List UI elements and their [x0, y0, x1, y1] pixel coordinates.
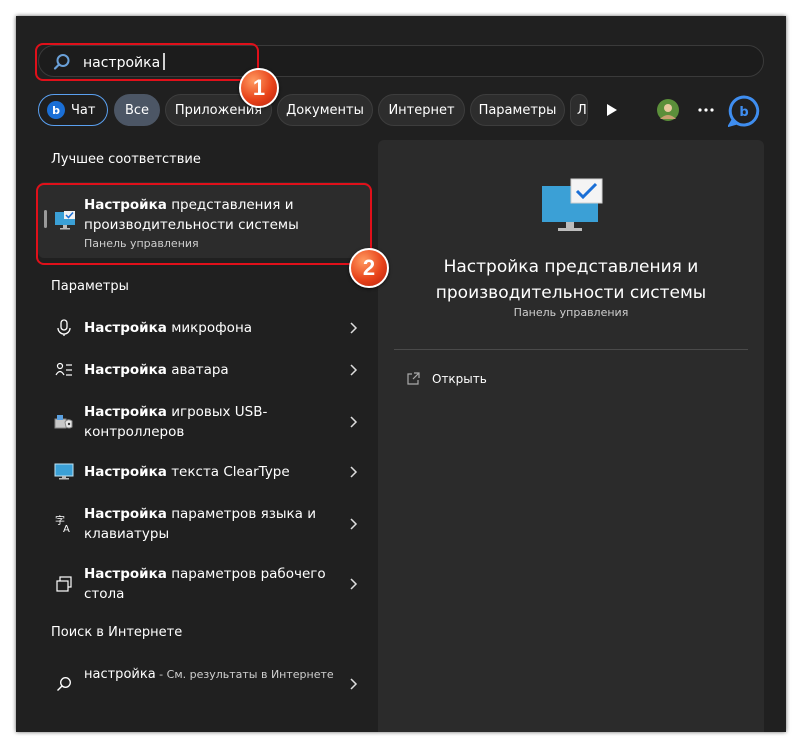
- preview-pane: Настройка представления и производительн…: [378, 140, 764, 732]
- result-item-web-search[interactable]: настройка - См. результаты в Интернете: [38, 664, 370, 704]
- monitor-icon: [54, 462, 74, 482]
- search-icon: [54, 674, 74, 694]
- chip-documents[interactable]: Документы: [277, 94, 373, 126]
- desktop-icon: [54, 574, 74, 594]
- result-item-microphone[interactable]: Настройка микрофона: [38, 316, 370, 340]
- result-item-avatar[interactable]: Настройка аватара: [38, 358, 370, 382]
- usb-controller-icon: [54, 412, 74, 432]
- open-external-icon: [407, 372, 420, 385]
- settings-heading: Параметры: [51, 279, 129, 294]
- bing-chat-icon[interactable]: b: [728, 95, 760, 127]
- chevron-right-icon: [350, 578, 358, 590]
- divider: [394, 349, 748, 350]
- svg-text:A: A: [63, 524, 70, 534]
- result-item-usb-controllers[interactable]: Настройка игровых USB-контроллеров: [38, 400, 370, 444]
- language-icon: 字A: [54, 514, 74, 534]
- result-item-desktop[interactable]: Настройка параметров рабочего стола: [38, 562, 370, 606]
- chip-all[interactable]: Все: [114, 94, 160, 126]
- chevron-right-icon: [350, 466, 358, 478]
- bing-icon: b: [47, 101, 65, 119]
- avatar-icon: [54, 360, 74, 380]
- web-query: настройка: [84, 667, 156, 682]
- open-action[interactable]: Открыть: [406, 372, 487, 386]
- svg-text:b: b: [739, 105, 748, 120]
- step-badge-1: 1: [239, 68, 279, 108]
- chevron-right-icon: [350, 322, 358, 334]
- chip-overflow[interactable]: Л: [570, 94, 588, 126]
- monitor-check-icon: [542, 178, 603, 231]
- chevron-right-icon: [350, 364, 358, 376]
- preview-subtitle: Панель управления: [513, 306, 629, 319]
- preview-title: Настройка представления и производительн…: [435, 257, 707, 303]
- highlight-search: [35, 43, 259, 81]
- chip-settings[interactable]: Параметры: [470, 94, 565, 126]
- chip-internet[interactable]: Интернет: [378, 94, 465, 126]
- result-item-cleartype[interactable]: Настройка текста ClearType: [38, 460, 370, 484]
- step-badge-2: 2: [349, 248, 389, 288]
- microphone-icon: [54, 318, 74, 338]
- web-query-hint: - См. результаты в Интернете: [155, 668, 334, 681]
- search-panel: настройка b Чат Все Приложения Документы…: [16, 16, 786, 732]
- highlight-best-match: [36, 183, 372, 265]
- result-item-language-keyboard[interactable]: 字A Настройка параметров языка и клавиату…: [38, 502, 370, 546]
- more-options-icon[interactable]: [698, 108, 714, 112]
- best-match-heading: Лучшее соответствие: [51, 152, 201, 167]
- chip-chat[interactable]: b Чат: [38, 94, 108, 126]
- open-label: Открыть: [432, 372, 487, 386]
- chevron-right-icon: [350, 416, 358, 428]
- chevron-right-icon: [350, 678, 358, 690]
- web-search-heading: Поиск в Интернете: [51, 625, 183, 640]
- play-more-icon[interactable]: [606, 103, 618, 117]
- user-avatar-icon[interactable]: [657, 99, 679, 121]
- chevron-right-icon: [350, 518, 358, 530]
